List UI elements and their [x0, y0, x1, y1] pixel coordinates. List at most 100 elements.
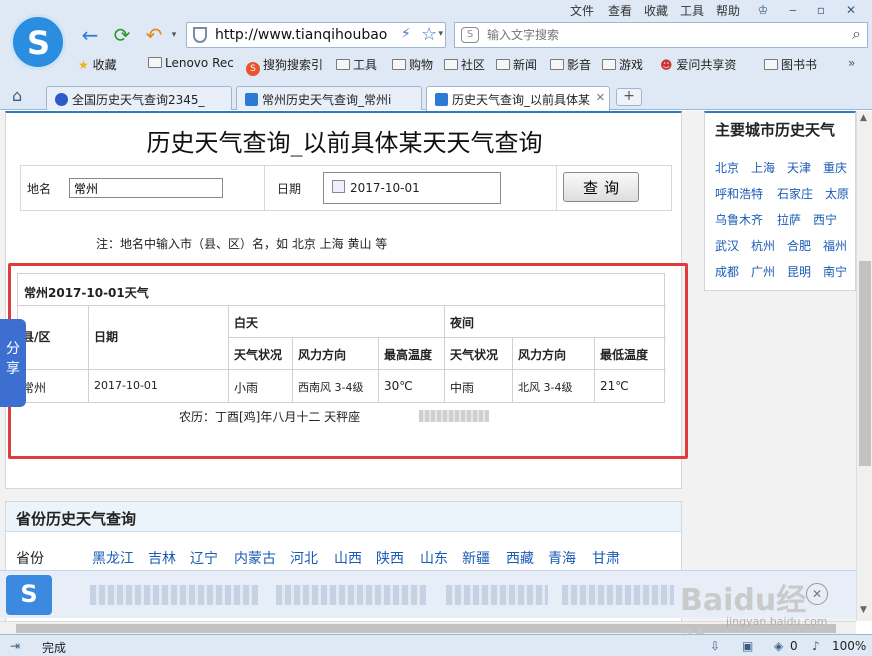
blurred-item[interactable]	[276, 585, 426, 605]
menu-favorites[interactable]: 收藏	[644, 2, 668, 19]
city-link[interactable]: 福州	[823, 237, 847, 254]
date-cell: 日期 2017-10-01	[265, 166, 557, 210]
sidebar-toggle-icon[interactable]: ⇥	[10, 639, 20, 653]
city-link[interactable]: 杭州	[751, 237, 775, 254]
chevron-down-icon[interactable]: ▾	[162, 24, 186, 48]
bookmark-news[interactable]: 新闻	[496, 56, 537, 73]
menu-tools[interactable]: 工具	[680, 2, 704, 19]
back-icon[interactable]: ←	[78, 24, 102, 48]
home-icon[interactable]: ⌂	[12, 86, 22, 105]
download-icon[interactable]: ⇩	[710, 639, 720, 653]
province-link[interactable]: 山西	[334, 548, 362, 568]
header-night-wind: 风力方向	[512, 337, 594, 369]
city-link[interactable]: 呼和浩特	[715, 185, 763, 202]
search-box[interactable]: S ⌕	[454, 22, 868, 48]
refresh-icon[interactable]: ⟳	[110, 24, 134, 48]
city-link[interactable]: 太原	[825, 185, 849, 202]
bookmark-community[interactable]: 社区	[444, 56, 485, 73]
city-link[interactable]: 上海	[751, 159, 775, 176]
search-engine-icon[interactable]: S	[461, 27, 479, 43]
scroll-up-icon[interactable]: ▲	[860, 113, 867, 123]
header-max-temp: 最高温度	[378, 337, 444, 369]
bookmarks-more-icon[interactable]: »	[848, 56, 855, 70]
baidu-paw-icon	[55, 93, 68, 106]
blurred-item[interactable]	[562, 585, 674, 605]
province-link[interactable]: 山东	[420, 548, 448, 568]
tab-history-weather[interactable]: 历史天气查询_以前具体某 ✕	[426, 86, 610, 111]
speed-mode-icon[interactable]: ⚡	[401, 26, 411, 42]
province-label: 省份	[16, 551, 44, 567]
city-link[interactable]: 南宁	[823, 263, 847, 280]
bookmark-media[interactable]: 影音	[550, 56, 591, 73]
sogou-float-logo[interactable]: S	[6, 575, 52, 615]
address-bar[interactable]: http://www.tianqihoubao ⚡ ☆ ▾	[186, 22, 446, 48]
city-link[interactable]: 合肥	[787, 237, 811, 254]
city-link[interactable]: 西宁	[813, 211, 837, 228]
bookmark-star-icon[interactable]: ☆	[421, 24, 437, 45]
date-input[interactable]: 2017-10-01	[323, 172, 501, 204]
city-link[interactable]: 乌鲁木齐	[715, 211, 763, 228]
plugin-icon[interactable]: ▣	[742, 639, 753, 653]
province-link[interactable]: 辽宁	[190, 548, 218, 568]
adblock-icon[interactable]: ◈	[774, 639, 783, 653]
major-cities-title: 主要城市历史天气	[715, 121, 836, 139]
bookmark-sogou-search[interactable]: S 搜狗搜索引	[246, 56, 323, 76]
province-link[interactable]: 吉林	[148, 548, 176, 568]
menu-help[interactable]: 帮助	[716, 2, 740, 19]
close-icon[interactable]: ✕	[842, 2, 860, 18]
share-button[interactable]: 分享	[0, 319, 26, 407]
city-link[interactable]: 广州	[751, 263, 775, 280]
place-input[interactable]	[69, 178, 223, 198]
tab-2345[interactable]: 全国历史天气查询2345_	[46, 86, 232, 110]
province-link[interactable]: 新疆	[462, 548, 490, 568]
skin-icon[interactable]: ♔	[754, 2, 772, 18]
place-cell: 地名	[21, 166, 265, 210]
bookmark-shopping[interactable]: 购物	[392, 56, 433, 73]
bookmark-tools[interactable]: 工具	[336, 56, 377, 73]
menu-view[interactable]: 查看	[608, 2, 632, 19]
vertical-scrollbar[interactable]: ▲ ▼	[856, 111, 872, 621]
province-link[interactable]: 河北	[290, 548, 318, 568]
query-button[interactable]: 查询	[563, 172, 639, 202]
address-dropdown-icon[interactable]: ▾	[438, 29, 443, 39]
result-table: 常州2017-10-01天气 县/区 日期 白天 夜间 天气状况 风力方向 最高…	[17, 273, 666, 403]
city-link[interactable]: 重庆	[823, 159, 847, 176]
menu-file[interactable]: 文件	[570, 2, 594, 19]
zoom-level[interactable]: 100%	[832, 639, 866, 653]
place-label: 地名	[27, 182, 52, 196]
scroll-down-icon[interactable]: ▼	[860, 605, 867, 615]
blurred-item[interactable]	[446, 585, 548, 605]
close-tab-icon[interactable]: ✕	[596, 91, 605, 104]
tab-changzhou[interactable]: 常州历史天气查询_常州i	[236, 86, 422, 110]
province-link[interactable]: 陕西	[376, 548, 404, 568]
minimize-icon[interactable]: ‒	[784, 2, 802, 18]
document-icon	[764, 59, 778, 70]
province-link[interactable]: 西藏	[506, 548, 534, 568]
sogou-browser-logo[interactable]: S	[10, 14, 66, 70]
search-icon[interactable]: ⌕	[852, 24, 861, 44]
new-tab-button[interactable]: +	[616, 88, 642, 106]
city-link[interactable]: 武汉	[715, 237, 739, 254]
blurred-item[interactable]	[90, 585, 258, 605]
address-url[interactable]: http://www.tianqihoubao	[215, 27, 397, 43]
city-link[interactable]: 成都	[715, 263, 739, 280]
bookmark-favorites[interactable]: ★ 收藏	[78, 56, 117, 73]
city-link[interactable]: 北京	[715, 159, 739, 176]
scroll-thumb[interactable]	[859, 261, 871, 466]
province-link[interactable]: 内蒙古	[234, 548, 276, 568]
bookmark-games[interactable]: 游戏	[602, 56, 643, 73]
city-link[interactable]: 天津	[787, 159, 811, 176]
province-link[interactable]: 甘肃	[592, 548, 620, 568]
bookmark-iask[interactable]: ☻ 爱问共享资	[660, 56, 736, 73]
search-input[interactable]	[487, 26, 827, 44]
maximize-icon[interactable]: ▫	[812, 2, 830, 18]
province-link[interactable]: 黑龙江	[92, 548, 134, 568]
province-link[interactable]: 青海	[548, 548, 576, 568]
city-link[interactable]: 石家庄	[777, 185, 813, 202]
city-link[interactable]: 昆明	[787, 263, 811, 280]
bookmark-books[interactable]: 图书书	[764, 56, 817, 73]
city-link[interactable]: 拉萨	[777, 211, 801, 228]
folder-icon	[550, 59, 564, 70]
bookmark-lenovo[interactable]: Lenovo Rec	[148, 56, 234, 70]
speaker-icon[interactable]: ♪	[812, 639, 820, 653]
